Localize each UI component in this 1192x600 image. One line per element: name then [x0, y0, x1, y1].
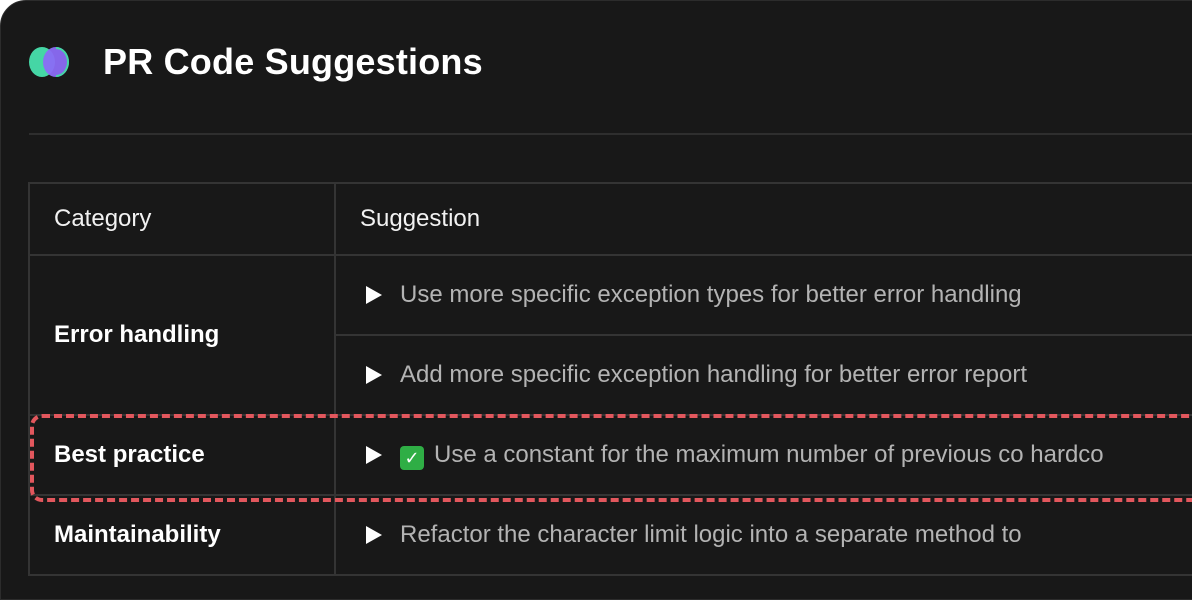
category-cell: Best practice — [28, 414, 336, 496]
column-header-category: Category — [28, 182, 336, 256]
column-header-suggestion: Suggestion — [334, 182, 1192, 256]
suggestion-text: Refactor the character limit logic into … — [400, 521, 1022, 548]
page-title: PR Code Suggestions — [103, 41, 483, 82]
table-row: Maintainability Refactor the character l… — [28, 494, 1192, 576]
suggestion-text: Use a constant for the maximum number of… — [434, 440, 1104, 468]
panel-header: PR Code Suggestions — [29, 39, 483, 85]
category-cell: Error handling — [28, 254, 336, 416]
suggestions-table: Category Suggestion Error handling Use m… — [28, 182, 1192, 576]
table-header-row: Category Suggestion — [28, 182, 1192, 256]
expand-triangle-icon[interactable] — [366, 286, 382, 304]
suggestion-cell[interactable]: Refactor the character limit logic into … — [334, 494, 1192, 576]
category-cell: Maintainability — [28, 494, 336, 576]
expand-triangle-icon[interactable] — [366, 445, 382, 464]
suggestion-cell[interactable]: Add more specific exception handling for… — [334, 334, 1192, 416]
suggestion-cell[interactable]: Use more specific exception types for be… — [334, 254, 1192, 336]
table-row-highlighted: Best practice ✓ Use a constant for the ma… — [28, 414, 1192, 496]
qodo-logo-icon — [29, 45, 73, 79]
check-mark-icon: ✓ — [400, 445, 424, 470]
table-row: Error handling Use more specific excepti… — [28, 254, 1192, 416]
suggestion-cell[interactable]: ✓ Use a constant for the maximum number o… — [334, 414, 1192, 496]
expand-triangle-icon[interactable] — [366, 366, 382, 384]
expand-triangle-icon[interactable] — [366, 526, 382, 544]
suggestion-text: Add more specific exception handling for… — [400, 361, 1027, 388]
header-divider — [29, 133, 1192, 135]
suggestion-text: Use more specific exception types for be… — [400, 281, 1022, 308]
pr-suggestions-panel: PR Code Suggestions Category Suggestion … — [0, 0, 1192, 600]
